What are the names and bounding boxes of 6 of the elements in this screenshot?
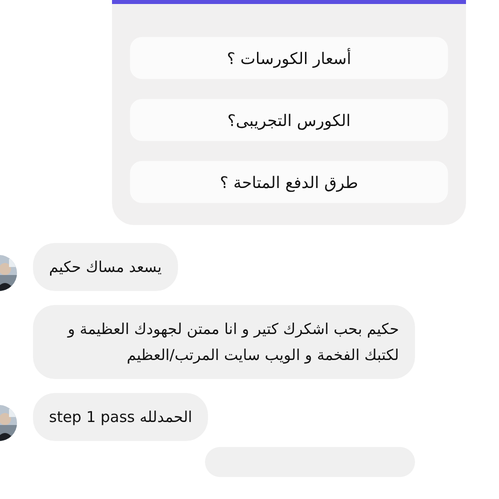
message-bubble: حكيم بحب اشكرك كتير و انا ممتن لجهودك العظيمة و لكتبك الفخمة و الويب سايت المرتب/العظيم bbox=[33, 305, 415, 379]
message-bubble: الحمدلله step 1 pass bbox=[33, 393, 208, 441]
message-bubble: يسعد مساك حكيم bbox=[33, 243, 178, 291]
quick-reply-button[interactable]: أسعار الكورسات ؟ bbox=[130, 37, 448, 79]
quick-reply-button[interactable]: الكورس التجريبى؟ bbox=[130, 99, 448, 141]
quick-reply-button[interactable]: طرق الدفع المتاحة ؟ bbox=[130, 161, 448, 203]
